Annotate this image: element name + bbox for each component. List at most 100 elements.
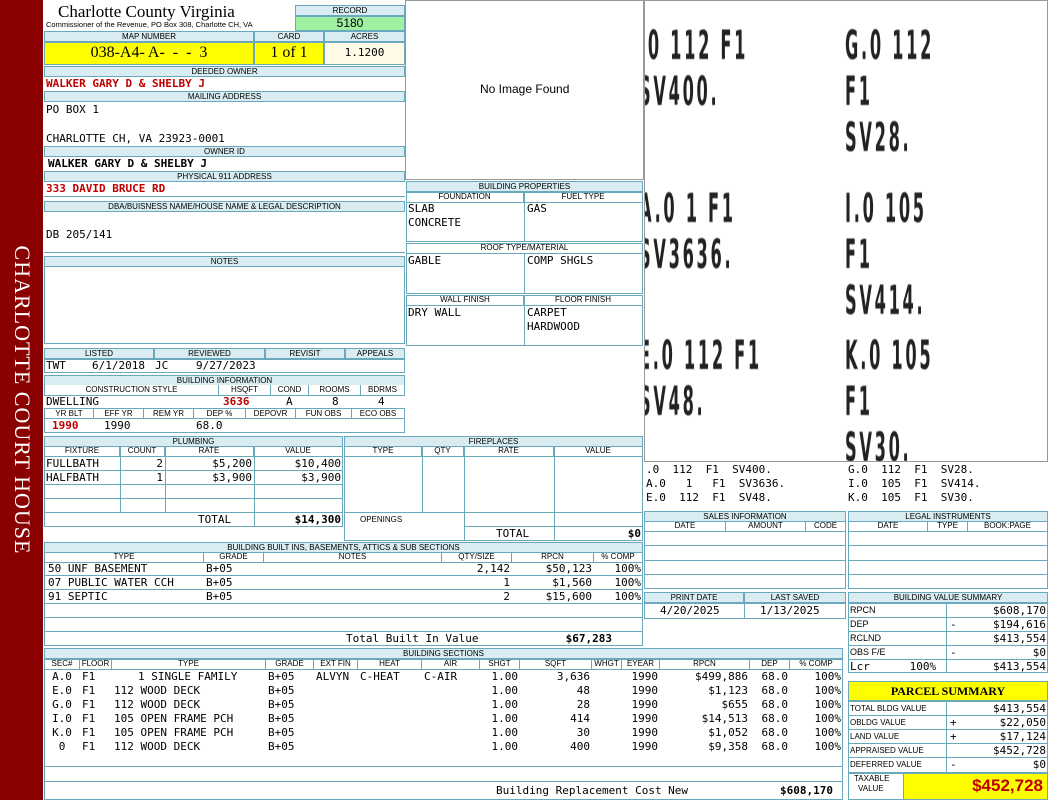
builtins-total-value: $67,283 [565,632,612,645]
sections-cell: C-AIR [424,670,458,683]
sections-cell: 1990 [631,698,659,711]
plumbing-row1-fixture: FULLBATH [46,457,99,470]
sections-cell: 0 [58,740,66,753]
sections-cell: E.0 [52,684,72,697]
sections-cell: 1.00 [491,698,519,711]
sections-cell: G.0 [52,698,72,711]
sections-cell: F1 [82,740,96,753]
sections-cell: 105 OPEN FRAME PCH [114,712,234,725]
ps-total-bldg-label: TOTAL BLDG VALUE [850,704,927,713]
sections-cell: 100% [814,670,842,683]
reviewed-date: 9/27/2023 [196,359,256,372]
sections-cell: $9,358 [708,740,748,753]
sections-cell: $1,123 [708,684,748,697]
fireplaces-total-label: TOTAL [496,527,530,540]
mailing-line1: PO BOX 1 [46,103,99,116]
sections-cell: I.0 [52,712,72,725]
card-label: CARD [254,31,324,42]
sections-cell: $655 [721,698,749,711]
listed-label: LISTED [44,348,154,359]
address911-value: 333 DAVID BRUCE RD [46,182,166,195]
sections-cell: F1 [82,670,96,683]
sections-cell: 112 WOOD DECK [114,740,201,753]
vs-lcr-value: $413,554 [993,660,1046,673]
roof-type-value: GABLE [408,254,442,267]
mailing-address-label: MAILING ADDRESS [44,91,405,102]
ps-deferred-label: DEFERRED VALUE [850,760,922,769]
sections-total-value: $608,170 [780,784,833,797]
listed-by: TWT [46,359,66,372]
sketch-big-3b: K.0 105 F1 SV30. [845,333,934,462]
ps-land-value: $17,124 [999,730,1046,743]
builtins-row2-rpcn: $1,560 [552,576,592,589]
sections-cell: $1,052 [708,726,748,739]
sections-cell: 48 [576,684,590,697]
wall-finish-value: DRY WALL [408,306,461,319]
builtins-row2-type: 07 PUBLIC WATER CCH [48,576,174,589]
builtins-row3-comp: 100% [614,590,642,603]
sections-cell: 68.0 [761,698,789,711]
appeals-label: APPEALS [345,348,405,359]
notes-box [44,266,405,344]
vs-rpcn-label: RPCN [850,605,876,615]
sections-cell: F1 [82,712,96,725]
sections-cell: 68.0 [761,670,789,683]
revisit-label: REVISIT [265,348,345,359]
sections-cell: 3,636 [556,670,590,683]
sketch-legend-1b: G.0 112 F1 SV28. [848,463,974,476]
fireplaces-openings-label: OPENINGS [360,515,403,524]
builtins-row3-type: 91 SEPTIC [48,590,108,603]
sections-cell: 100% [814,740,842,753]
builtins-row1-grade: B+05 [206,562,233,575]
sections-label: BUILDING SECTIONS [44,648,843,659]
plumbing-total-value: $14,300 [294,513,341,526]
sections-cell: 1990 [631,726,659,739]
reviewed-label: REVIEWED [154,348,265,359]
print-date-value: 4/20/2025 [660,604,720,617]
acres-label: ACRES [324,31,405,42]
sections-cell: 1990 [631,712,659,725]
sections-cell: A.0 [52,670,72,683]
effyr-value: 1990 [104,419,131,432]
sections-cell: 30 [576,726,590,739]
sections-cell: 1 SINGLE FAMILY [138,670,238,683]
sections-cell: 105 OPEN FRAME PCH [114,726,234,739]
sections-cell: C-HEAT [360,670,400,683]
print-date-label: PRINT DATE [644,592,744,603]
dep-percent-value: 68.0 [196,419,223,432]
sections-cell: 112 WOOD DECK [114,698,201,711]
sections-cell: 68.0 [761,740,789,753]
sections-cell: F1 [82,726,96,739]
taxable-label-1: TAXABLE [854,774,890,783]
sections-cell: B+05 [268,726,295,739]
map-number-label: MAP NUMBER [44,31,254,42]
vs-obs-label: OBS F/E [850,647,886,657]
ps-obldg-value: $22,050 [999,716,1046,729]
builtins-row1-type: 50 UNF BASEMENT [48,562,148,575]
sketch-big-2b: I.0 105 F1 SV414. [845,186,927,324]
sketch-big-3a: E.0 112 F1 SV48. [644,333,762,425]
plumbing-total-label: TOTAL [198,513,232,526]
builtins-row1-qty: 2,142 [476,562,510,575]
bdrms-value: 4 [378,395,385,408]
foundation-1: SLAB [408,202,435,215]
sections-cell: B+05 [268,712,295,725]
plumbing-row2-count: 1 [156,471,163,484]
acres-value: 1.1200 [324,42,405,65]
sections-cell: 1.00 [491,684,519,697]
ps-appraised-value: $452,728 [993,744,1046,757]
sections-cell: ALVYN [316,670,350,683]
fireplaces-total-value: $0 [627,527,641,540]
vs-obs-value: $0 [1032,646,1046,659]
sections-cell: 1.00 [491,740,519,753]
deeded-owner-label: DEEDED OWNER [44,66,405,77]
plumbing-row2-value: $3,900 [301,471,341,484]
sections-cell: F1 [82,698,96,711]
record-label: RECORD [295,5,405,16]
vs-rclnd-value: $413,554 [993,632,1046,645]
sections-cell: 1990 [631,740,659,753]
sketch-legend-2b: I.0 105 F1 SV414. [848,477,981,490]
card-value: 1 of 1 [254,42,324,65]
ps-deferred-value: $0 [1032,758,1046,771]
vs-rclnd-label: RCLND [850,633,882,643]
